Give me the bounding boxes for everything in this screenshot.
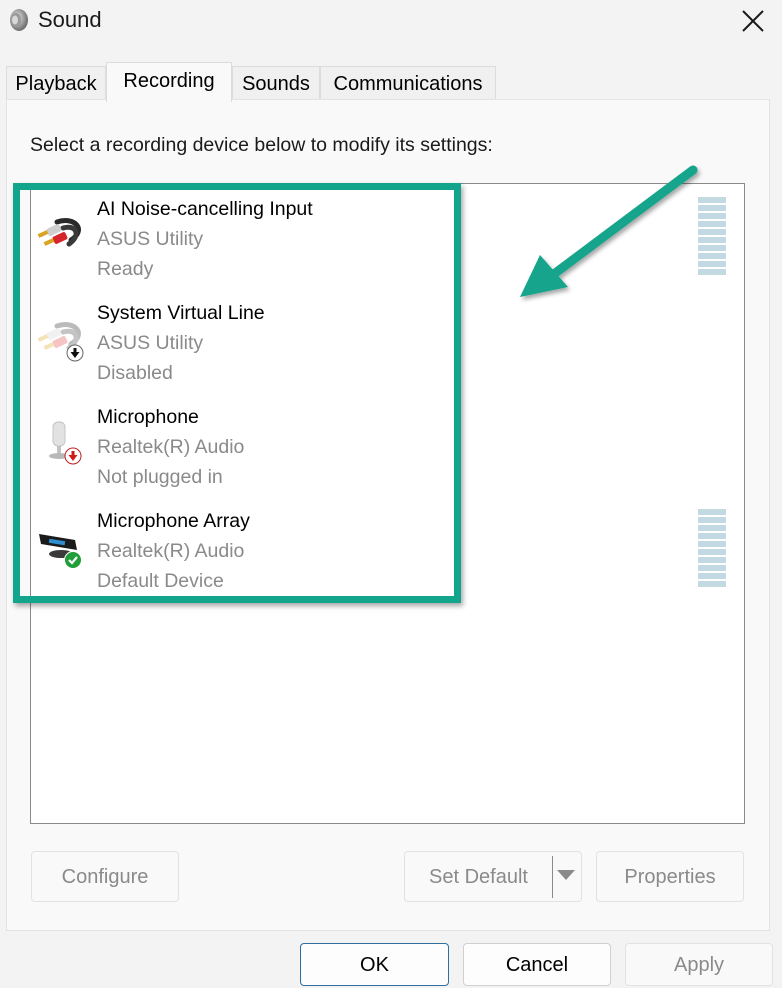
meter-segment bbox=[698, 541, 726, 547]
meter-segment bbox=[698, 245, 726, 251]
meter-segment bbox=[698, 525, 726, 531]
device-list[interactable]: AI Noise-cancelling Input ASUS Utility R… bbox=[30, 183, 745, 824]
tab-recording[interactable]: Recording bbox=[106, 62, 232, 102]
device-item[interactable]: System Virtual Line ASUS Utility Disable… bbox=[31, 288, 451, 392]
set-default-button[interactable]: Set Default bbox=[405, 852, 552, 903]
microphone-icon bbox=[49, 421, 82, 465]
meter-segment bbox=[698, 581, 726, 587]
apply-button[interactable]: Apply bbox=[625, 943, 773, 986]
device-name: System Virtual Line bbox=[97, 302, 265, 324]
level-meter bbox=[698, 509, 726, 589]
meter-segment bbox=[698, 221, 726, 227]
unplugged-red-arrow-icon bbox=[64, 447, 82, 465]
chevron-down-icon[interactable] bbox=[557, 870, 575, 880]
device-status: Ready bbox=[97, 258, 154, 280]
meter-segment bbox=[698, 517, 726, 523]
close-icon[interactable] bbox=[736, 4, 770, 38]
meter-segment bbox=[698, 509, 726, 515]
window-title: Sound bbox=[38, 7, 102, 32]
device-status: Default Device bbox=[97, 570, 224, 592]
ok-button[interactable]: OK bbox=[300, 943, 449, 986]
device-driver: Realtek(R) Audio bbox=[97, 436, 245, 458]
configure-button[interactable]: Configure bbox=[31, 851, 179, 902]
meter-segment bbox=[698, 253, 726, 259]
title-bar: Sound bbox=[0, 0, 782, 44]
device-driver: Realtek(R) Audio bbox=[97, 540, 245, 562]
instruction-text: Select a recording device below to modif… bbox=[30, 134, 493, 156]
cancel-button[interactable]: Cancel bbox=[463, 943, 611, 986]
meter-segment bbox=[698, 533, 726, 539]
meter-segment bbox=[698, 269, 726, 275]
meter-segment bbox=[698, 229, 726, 235]
tab-playback[interactable]: Playback bbox=[6, 66, 106, 100]
meter-segment bbox=[698, 261, 726, 267]
meter-segment bbox=[698, 573, 726, 579]
device-name: Microphone bbox=[97, 406, 199, 428]
meter-segment bbox=[698, 213, 726, 219]
speaker-icon bbox=[10, 9, 28, 31]
rca-cable-icon bbox=[37, 218, 81, 247]
tab-communications[interactable]: Communications bbox=[320, 66, 496, 100]
meter-segment bbox=[698, 565, 726, 571]
default-green-check-icon bbox=[64, 551, 82, 569]
device-name: AI Noise-cancelling Input bbox=[97, 198, 313, 220]
device-status: Not plugged in bbox=[97, 466, 223, 488]
microphone-array-icon bbox=[39, 534, 82, 569]
properties-button[interactable]: Properties bbox=[596, 851, 744, 902]
device-driver: ASUS Utility bbox=[97, 332, 204, 354]
device-item[interactable]: Microphone Array Realtek(R) Audio Defaul… bbox=[31, 496, 451, 600]
meter-segment bbox=[698, 557, 726, 563]
level-meter bbox=[698, 197, 726, 277]
rca-cable-icon bbox=[37, 322, 84, 362]
device-status: Disabled bbox=[97, 362, 173, 384]
device-name: Microphone Array bbox=[97, 510, 250, 532]
set-default-split-button[interactable]: Set Default bbox=[404, 851, 582, 902]
meter-segment bbox=[698, 237, 726, 243]
device-item[interactable]: AI Noise-cancelling Input ASUS Utility R… bbox=[31, 184, 451, 288]
device-item[interactable]: Microphone Realtek(R) Audio Not plugged … bbox=[31, 392, 451, 496]
meter-segment bbox=[698, 549, 726, 555]
device-driver: ASUS Utility bbox=[97, 228, 204, 250]
split-divider bbox=[552, 856, 553, 898]
disabled-down-arrow-icon bbox=[66, 344, 84, 362]
meter-segment bbox=[698, 197, 726, 203]
meter-segment bbox=[698, 205, 726, 211]
tab-sounds[interactable]: Sounds bbox=[232, 66, 320, 100]
